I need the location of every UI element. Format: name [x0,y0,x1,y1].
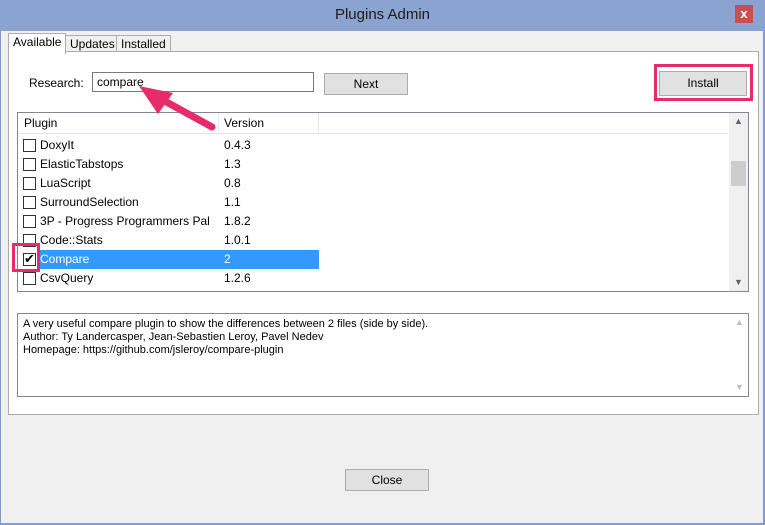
list-item[interactable]: CsvQuery 1.2.6 [18,269,728,288]
plugin-version: 0.8 [224,176,241,190]
search-input[interactable] [92,72,314,92]
column-header-plugin[interactable]: Plugin [24,116,57,130]
plugin-name: DoxyIt [40,138,75,152]
plugin-version: 0.4.3 [224,138,251,152]
plugin-name: 3P - Progress Programmers Pal [40,214,210,228]
list-item[interactable]: DoxyIt 0.4.3 [18,136,728,155]
plugin-version: 1.8.2 [224,214,251,228]
plugin-checkbox[interactable] [23,272,36,285]
plugin-list[interactable]: Plugin Version DoxyIt 0.4.3 ElasticTabst… [17,112,749,292]
window-close-button[interactable]: x [735,5,753,23]
plugin-checkbox[interactable] [23,177,36,190]
close-button[interactable]: Close [345,469,429,491]
description-line: Homepage: https://github.com/jsleroy/com… [23,344,284,356]
scroll-up-icon[interactable]: ▲ [731,314,748,331]
list-item[interactable]: SurroundSelection 1.1 [18,193,728,212]
tab-available[interactable]: Available [8,33,67,54]
plugin-checkbox[interactable] [23,196,36,209]
dialog-body: Available Updates Installed Research: Ne… [1,31,763,523]
plugin-version: 2 [224,252,231,266]
next-button[interactable]: Next [324,73,408,95]
title-bar: Plugins Admin x [0,0,765,31]
list-item[interactable]: 3P - Progress Programmers Pal 1.8.2 [18,212,728,231]
available-tab-panel: Research: Next Install Plugin Version Do… [8,51,759,415]
column-divider[interactable] [218,113,219,134]
scroll-down-icon[interactable]: ▼ [731,379,748,396]
scroll-down-icon[interactable]: ▼ [729,274,748,291]
description-line: Author: Ty Landercasper, Jean-Sebastien … [23,331,324,343]
plugin-version: 1.0.1 [224,233,251,247]
list-item[interactable]: ElasticTabstops 1.3 [18,155,728,174]
plugin-name: Compare [40,252,90,266]
plugin-checkbox[interactable] [23,139,36,152]
plugin-checkbox[interactable] [23,158,36,171]
plugin-name: Code::Stats [40,233,103,247]
window-title: Plugins Admin [334,6,431,23]
description-scrollbar[interactable]: ▲ ▼ [731,314,748,396]
list-scrollbar[interactable]: ▲ ▼ [729,113,748,291]
list-item[interactable]: Code::Stats 1.0.1 [18,231,728,250]
plugin-checkbox[interactable] [23,215,36,228]
list-item-selected[interactable]: ✔ Compare 2 [18,250,728,269]
scroll-thumb[interactable] [731,161,746,186]
install-highlight-box [654,64,753,101]
scroll-up-icon[interactable]: ▲ [729,113,748,130]
column-header-version[interactable]: Version [224,116,264,130]
column-divider[interactable] [318,113,319,134]
plugin-description: A very useful compare plugin to show the… [17,313,749,397]
plugin-name: SurroundSelection [40,195,139,209]
search-label: Research: [29,76,84,90]
plugin-name: LuaScript [40,176,91,190]
plugin-version: 1.1 [224,195,241,209]
plugin-name: CsvQuery [40,271,94,285]
plugin-version: 1.2.6 [224,271,251,285]
plugin-version: 1.3 [224,157,241,171]
checkbox-highlight-box [12,243,40,272]
plugin-name: ElasticTabstops [40,157,124,171]
list-item[interactable]: LuaScript 0.8 [18,174,728,193]
description-line: A very useful compare plugin to show the… [23,318,429,330]
list-header: Plugin Version [18,113,728,134]
